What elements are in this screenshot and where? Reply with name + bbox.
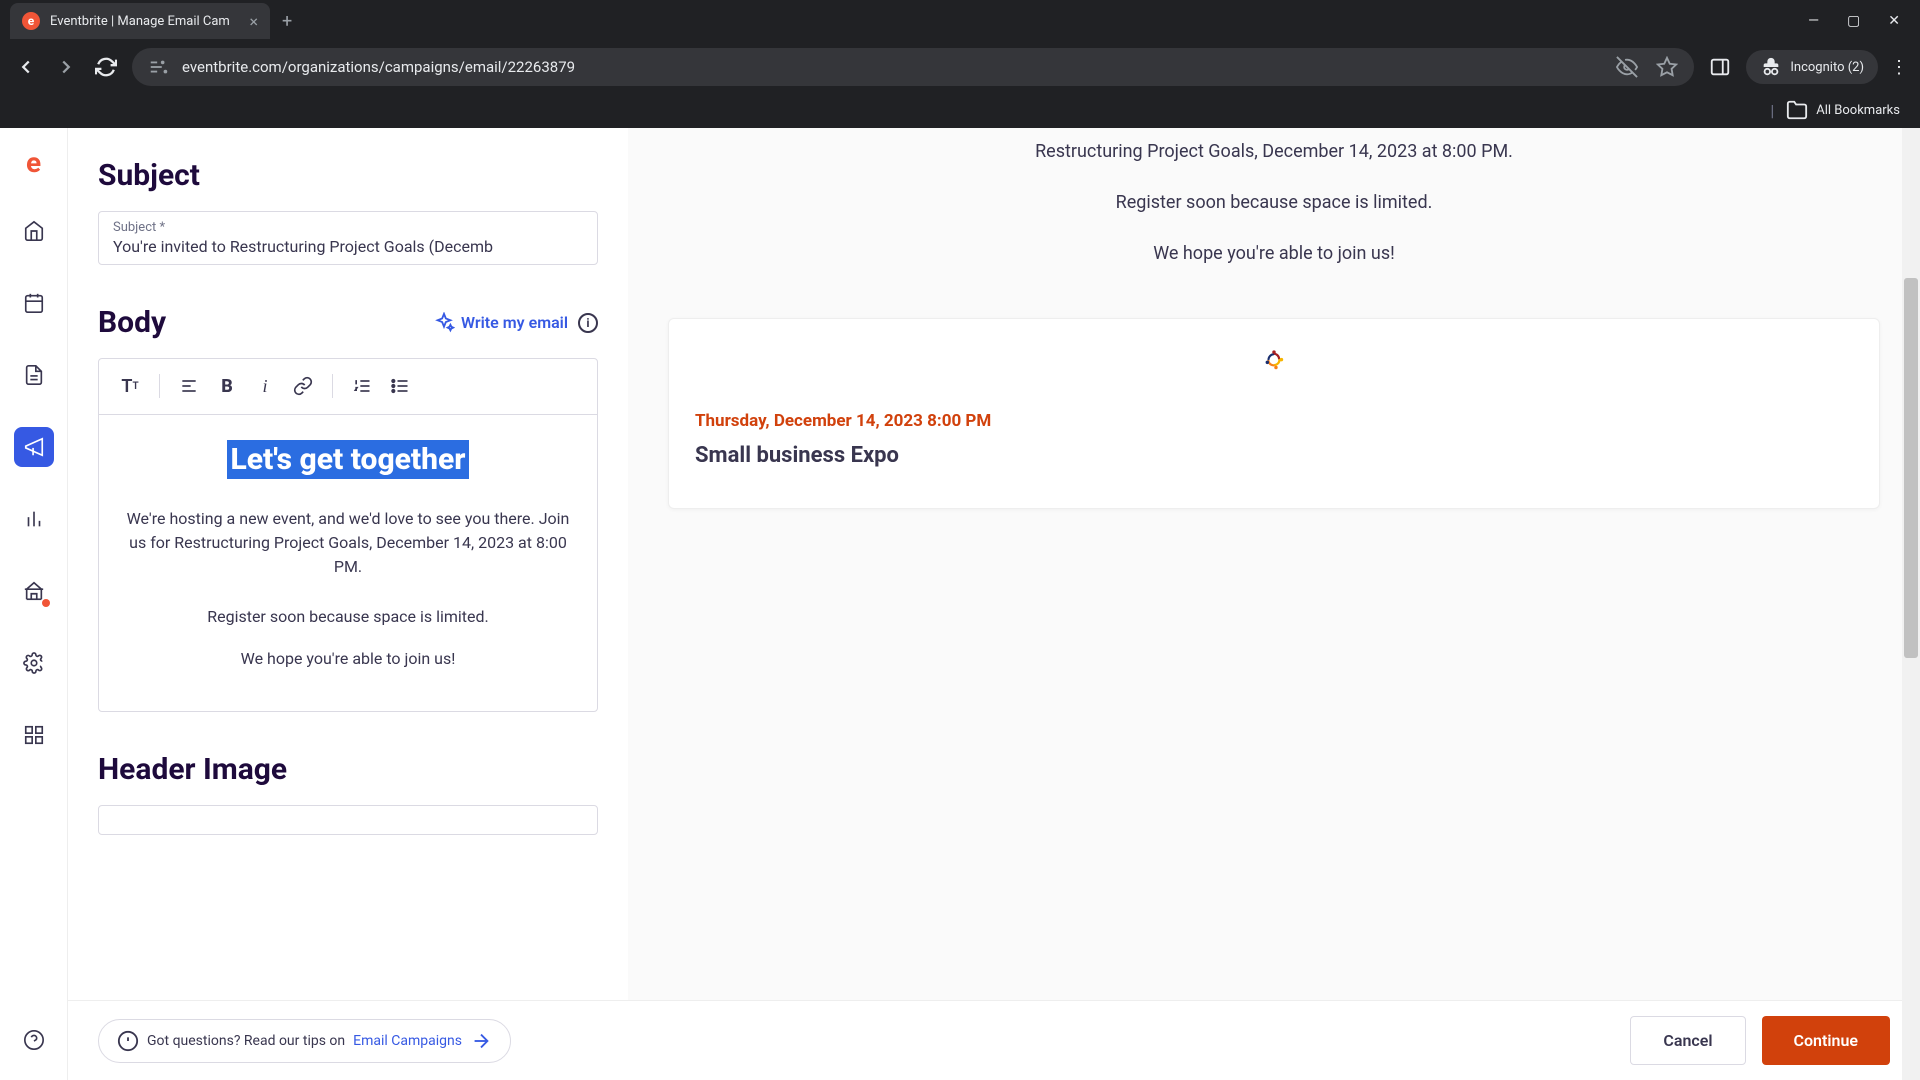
sidebar-events[interactable]	[14, 283, 54, 323]
info-icon[interactable]: i	[578, 313, 598, 333]
minimize-icon[interactable]: —	[1808, 13, 1819, 29]
header-image-field[interactable]	[98, 805, 598, 835]
sidebar-finance[interactable]	[14, 571, 54, 611]
subject-heading: Subject	[98, 158, 598, 193]
help-pill[interactable]: Got questions? Read our tips on Email Ca…	[98, 1019, 511, 1063]
cancel-button[interactable]: Cancel	[1630, 1016, 1745, 1065]
eventbrite-favicon: e	[22, 12, 40, 30]
sidebar-orders[interactable]	[14, 355, 54, 395]
subject-label: Subject *	[113, 220, 583, 235]
help-text: Got questions? Read our tips on	[147, 1033, 345, 1049]
editor-paragraph[interactable]: We're hosting a new event, and we'd love…	[117, 507, 579, 579]
app-sidebar: e	[0, 128, 68, 1080]
browser-menu-icon[interactable]: ⋮	[1890, 57, 1908, 78]
subject-input[interactable]	[113, 235, 583, 256]
sidebar-marketing[interactable]	[14, 427, 54, 467]
eventbrite-logo[interactable]: e	[26, 146, 41, 179]
tab-title: Eventbrite | Manage Email Cam	[50, 14, 239, 29]
footer-bar: Got questions? Read our tips on Email Ca…	[68, 1000, 1920, 1080]
all-bookmarks-button[interactable]: All Bookmarks	[1786, 99, 1900, 121]
editor-toolbar: TT B i	[99, 359, 597, 414]
close-tab-icon[interactable]: ×	[249, 12, 258, 31]
eye-off-icon[interactable]	[1616, 56, 1638, 78]
subject-field[interactable]: Subject *	[98, 211, 598, 265]
back-button[interactable]	[12, 53, 40, 81]
maximize-icon[interactable]: ▢	[1847, 13, 1860, 29]
toolbar-separator	[332, 374, 333, 398]
browser-chrome: e Eventbrite | Manage Email Cam × + — ▢ …	[0, 0, 1920, 128]
bullet-list-icon[interactable]	[383, 369, 417, 403]
site-settings-icon[interactable]	[148, 56, 170, 78]
forward-button[interactable]	[52, 53, 80, 81]
sidebar-apps[interactable]	[14, 715, 54, 755]
event-name: Small business Expo	[695, 443, 1853, 468]
italic-icon[interactable]: i	[248, 369, 282, 403]
body-editor: TT B i	[98, 358, 598, 712]
sidebar-reports[interactable]	[14, 499, 54, 539]
bookmark-star-icon[interactable]	[1656, 56, 1678, 78]
new-tab-button[interactable]: +	[282, 11, 292, 32]
ordered-list-icon[interactable]	[345, 369, 379, 403]
main-content: Subject Subject * Body Write my email i …	[68, 128, 1920, 1080]
scrollbar-thumb[interactable]	[1904, 278, 1918, 658]
continue-button[interactable]: Continue	[1762, 1016, 1890, 1065]
side-panel-icon[interactable]	[1706, 53, 1734, 81]
link-icon[interactable]	[286, 369, 320, 403]
text-size-icon[interactable]: TT	[113, 369, 147, 403]
address-bar[interactable]: eventbrite.com/organizations/campaigns/e…	[132, 48, 1694, 86]
app-root: e Subject Subj	[0, 128, 1920, 1080]
align-icon[interactable]	[172, 369, 206, 403]
help-link[interactable]: Email Campaigns	[353, 1033, 462, 1049]
sidebar-settings[interactable]	[14, 643, 54, 683]
preview-line: Restructuring Project Goals, December 14…	[668, 138, 1880, 167]
sidebar-home[interactable]	[14, 211, 54, 251]
bookmarks-separator: |	[1770, 101, 1774, 120]
browser-tab[interactable]: e Eventbrite | Manage Email Cam ×	[10, 3, 270, 39]
event-date: Thursday, December 14, 2023 8:00 PM	[695, 411, 1853, 431]
editor-paragraph[interactable]: We hope you're able to join us!	[117, 647, 579, 671]
nav-bar: eventbrite.com/organizations/campaigns/e…	[0, 42, 1920, 92]
toolbar-separator	[159, 374, 160, 398]
close-window-icon[interactable]: ✕	[1888, 13, 1900, 29]
event-logo	[695, 349, 1853, 371]
scrollbar-track[interactable]	[1902, 128, 1920, 1080]
preview-line: We hope you're able to join us!	[668, 240, 1880, 269]
body-heading: Body	[98, 305, 166, 340]
editor-panel: Subject Subject * Body Write my email i …	[68, 128, 628, 1080]
preview-panel: Restructuring Project Goals, December 14…	[628, 128, 1920, 1080]
editor-content[interactable]: Let's get together We're hosting a new e…	[99, 414, 597, 711]
window-controls: — ▢ ✕	[1808, 13, 1920, 29]
incognito-badge[interactable]: Incognito (2)	[1746, 50, 1878, 84]
event-card: Thursday, December 14, 2023 8:00 PM Smal…	[668, 318, 1880, 509]
tab-bar: e Eventbrite | Manage Email Cam × + — ▢ …	[0, 0, 1920, 42]
sidebar-help[interactable]	[14, 1020, 54, 1060]
editor-headline-selected[interactable]: Let's get together	[227, 440, 470, 479]
reload-button[interactable]	[92, 53, 120, 81]
write-my-email-button[interactable]: Write my email	[433, 312, 568, 334]
url-text: eventbrite.com/organizations/campaigns/e…	[182, 58, 575, 76]
preview-line: Register soon because space is limited.	[668, 189, 1880, 218]
header-image-heading: Header Image	[98, 752, 598, 787]
editor-paragraph[interactable]: Register soon because space is limited.	[117, 605, 579, 629]
bold-icon[interactable]: B	[210, 369, 244, 403]
bookmarks-bar: | All Bookmarks	[0, 92, 1920, 128]
